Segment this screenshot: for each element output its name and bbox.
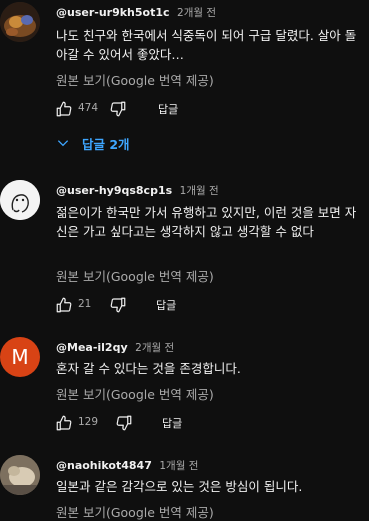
like-button[interactable] bbox=[48, 95, 80, 123]
like-count: 21 bbox=[78, 298, 92, 310]
like-button[interactable] bbox=[48, 409, 80, 437]
comment-text: 일본과 같은 감각으로 있는 것은 방심이 됩니다. bbox=[56, 479, 303, 494]
reply-button[interactable]: 답글 bbox=[156, 297, 176, 313]
author-name[interactable]: @naohikot4847 bbox=[56, 459, 152, 472]
dislike-button[interactable] bbox=[102, 95, 134, 123]
timestamp[interactable]: 2개월 전 bbox=[135, 342, 174, 354]
author-name[interactable]: @Mea-il2qy bbox=[56, 341, 128, 354]
comment-text: 젊은이가 한국만 가서 유행하고 있지만, 이런 것을 보면 자신은 가고 싶다… bbox=[56, 205, 357, 239]
thumbs-up-icon bbox=[56, 101, 72, 117]
view-replies-button[interactable]: 답글 2개 bbox=[56, 131, 130, 155]
comment-text: 나도 친구와 한국에서 식중독이 되어 구급 달렸다. 살아 돌아갈 수 있어서… bbox=[56, 28, 357, 62]
comment-header: @user-ur9kh5ot1c 2개월 전 bbox=[56, 5, 216, 20]
thumbs-down-icon bbox=[110, 101, 126, 117]
timestamp[interactable]: 2개월 전 bbox=[177, 7, 216, 19]
avatar-letter: M bbox=[11, 345, 29, 369]
reply-button[interactable]: 답글 bbox=[158, 101, 178, 117]
chevron-down-icon bbox=[57, 140, 69, 147]
like-button[interactable] bbox=[48, 291, 80, 319]
comment-header: @naohikot4847 1개월 전 bbox=[56, 458, 198, 473]
avatar[interactable] bbox=[0, 2, 40, 42]
comment-actions: 129 답글 bbox=[48, 409, 348, 437]
replies-count-label: 답글 2개 bbox=[82, 136, 130, 152]
translate-link[interactable]: 원본 보기(Google 번역 제공) bbox=[56, 502, 214, 521]
translate-link[interactable]: 원본 보기(Google 번역 제공) bbox=[56, 70, 214, 89]
author-name[interactable]: @user-hy9qs8cp1s bbox=[56, 184, 172, 197]
translate-link[interactable]: 원본 보기(Google 번역 제공) bbox=[56, 266, 214, 285]
avatar[interactable] bbox=[0, 455, 40, 495]
thumbs-up-icon bbox=[56, 297, 72, 313]
comment-header: @user-hy9qs8cp1s 1개월 전 bbox=[56, 183, 219, 198]
dislike-button[interactable] bbox=[102, 291, 134, 319]
thumbs-down-icon bbox=[116, 415, 132, 431]
thumbs-down-icon bbox=[110, 297, 126, 313]
like-count: 129 bbox=[78, 416, 99, 428]
comment-actions: 21 답글 bbox=[48, 291, 348, 319]
dislike-button[interactable] bbox=[108, 409, 140, 437]
author-name[interactable]: @user-ur9kh5ot1c bbox=[56, 6, 170, 19]
comment-text: 혼자 갈 수 있다는 것을 존경합니다. bbox=[56, 361, 241, 376]
thumbs-up-icon bbox=[56, 415, 72, 431]
timestamp[interactable]: 1개월 전 bbox=[180, 185, 219, 197]
avatar[interactable] bbox=[0, 180, 40, 220]
avatar[interactable]: M bbox=[0, 337, 40, 377]
translate-link[interactable]: 원본 보기(Google 번역 제공) bbox=[56, 384, 214, 403]
reply-button[interactable]: 답글 bbox=[162, 415, 182, 431]
like-count: 474 bbox=[78, 102, 99, 114]
comment-header: @Mea-il2qy 2개월 전 bbox=[56, 340, 174, 355]
comment-actions: 474 답글 bbox=[48, 95, 348, 123]
timestamp[interactable]: 1개월 전 bbox=[159, 460, 198, 472]
